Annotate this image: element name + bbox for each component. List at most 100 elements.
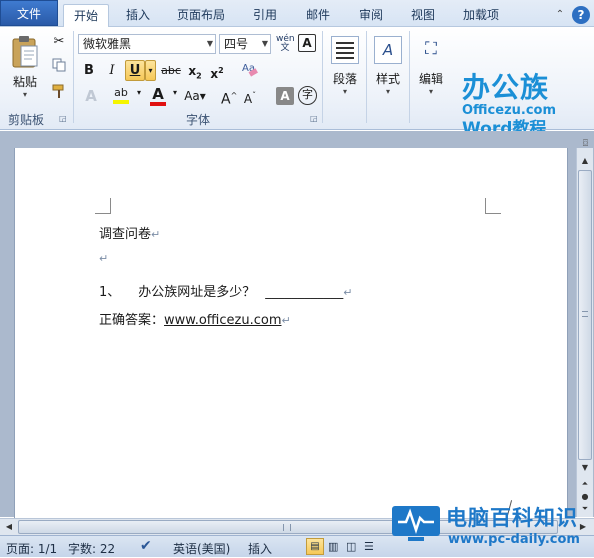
ribbon: 粘贴 ▾ ✂ 剪贴板 ◲ 微软雅黑 ▼ 四号 ▼ wén 文 A B I U ▾ … — [0, 27, 594, 139]
paragraph-mark-icon: ↵ — [151, 228, 161, 241]
enclose-characters-icon[interactable]: 字 — [298, 86, 317, 105]
chevron-down-icon[interactable]: ▾ — [134, 87, 144, 105]
officezu-watermark: 办公族 Officezu.com Word教程 — [462, 73, 588, 140]
styles-icon: A — [374, 36, 402, 64]
scroll-up-icon[interactable]: ▲ — [578, 154, 592, 168]
status-page[interactable]: 页面: 1/1 — [6, 540, 57, 557]
full-screen-reading-view-icon[interactable]: ▥ — [328, 540, 338, 553]
chevron-down-icon[interactable]: ▼ — [207, 35, 213, 53]
doc-line-empty[interactable]: ↵ — [99, 251, 108, 266]
clear-formatting-icon[interactable]: Aa — [240, 59, 260, 79]
question-number: 1、 — [99, 285, 121, 300]
ruler-toggle-icon[interactable]: ⌼ — [579, 139, 592, 152]
chevron-down-icon: ▾ — [22, 90, 27, 99]
character-shading-icon[interactable]: A — [276, 87, 294, 105]
copy-icon[interactable] — [50, 57, 68, 75]
tab-review[interactable]: 审阅 — [347, 4, 395, 27]
paste-button[interactable]: 粘贴 ▾ — [5, 31, 45, 103]
text-effects-icon[interactable]: A — [80, 85, 102, 107]
chevron-down-icon[interactable]: ▾ — [145, 60, 156, 81]
vertical-scroll-thumb[interactable] — [578, 170, 592, 460]
pc-daily-title: 电脑百科知识 — [446, 506, 578, 530]
tab-file[interactable]: 文件 — [0, 0, 58, 26]
crop-mark — [485, 198, 501, 214]
editing-button[interactable]: ⛶ 编辑 ▾ — [412, 31, 450, 107]
highlight-color-icon[interactable]: ab — [110, 85, 132, 107]
tab-mailings[interactable]: 邮件 — [294, 4, 342, 27]
vertical-scrollbar[interactable]: ⌼ ▲ ▼ ⏶ ● ⏷ — [576, 139, 593, 517]
status-word-count[interactable]: 字数: 22 — [68, 540, 115, 557]
font-color-icon[interactable]: A — [147, 85, 169, 107]
paragraph-mark-icon: ↵ — [281, 314, 291, 327]
tab-add-ins[interactable]: 加载项 — [452, 4, 510, 27]
doc-line-title[interactable]: 调查问卷↵ — [99, 223, 160, 242]
paragraph-mark-icon: ↵ — [99, 252, 109, 265]
styles-button[interactable]: A 样式 ▾ — [369, 31, 407, 107]
chevron-down-icon: ▾ — [428, 87, 433, 96]
doc-line-answer[interactable]: 正确答案：www.officezu.com↵ — [99, 309, 291, 328]
grip-icon — [582, 311, 588, 317]
help-icon[interactable]: ? — [572, 6, 590, 24]
font-size-value: 四号 — [224, 37, 249, 51]
status-insert-mode[interactable]: 插入 — [248, 540, 272, 557]
minimize-ribbon-icon[interactable]: ⌃ — [552, 4, 568, 27]
chevron-down-icon[interactable]: ▼ — [262, 35, 268, 53]
paragraph-button[interactable]: 段落 ▾ — [326, 31, 364, 107]
change-case-icon[interactable]: Aa▾ — [183, 85, 207, 107]
doc-line-question[interactable]: 1、 办公族网址是多少？ ____________↵ — [99, 281, 353, 300]
paragraph-mark-icon: ↵ — [343, 286, 353, 299]
grow-font-icon[interactable]: A^ — [220, 85, 238, 108]
font-name-combo[interactable]: 微软雅黑 ▼ — [78, 34, 216, 54]
editing-label: 编辑 — [418, 72, 443, 86]
font-size-combo[interactable]: 四号 ▼ — [219, 34, 271, 54]
binoculars-icon: ⛶ — [425, 39, 437, 59]
ribbon-tab-bar: 文件 开始 插入 页面布局 引用 邮件 审阅 视图 加载项 ⌃ ? — [0, 0, 594, 28]
print-layout-view-icon[interactable]: ▤ — [306, 538, 324, 555]
font-name-value: 微软雅黑 — [83, 37, 132, 51]
monitor-logo-icon — [392, 506, 440, 541]
italic-button[interactable]: I — [103, 61, 121, 81]
cut-icon[interactable]: ✂ — [50, 33, 68, 51]
chevron-down-icon: ▾ — [385, 87, 390, 96]
subscript-button[interactable]: x2 — [186, 61, 204, 81]
previous-page-icon[interactable]: ⏶ — [578, 479, 592, 491]
font-dialog-launcher-icon[interactable]: ◲ — [310, 114, 318, 123]
status-bar: 页面: 1/1 字数: 22 ✔ 英语(美国) 插入 ▤ ▥ ◫ ☰ 电脑百科知… — [0, 506, 594, 557]
outline-view-icon[interactable]: ☰ — [364, 540, 374, 553]
strikethrough-button[interactable]: abc — [160, 61, 182, 81]
bold-button[interactable]: B — [80, 61, 98, 81]
tab-insert[interactable]: 插入 — [115, 4, 161, 27]
answer-link[interactable]: www.officezu.com — [164, 313, 281, 328]
crop-mark — [95, 198, 111, 214]
clipboard-group-label: 剪贴板 — [7, 113, 44, 127]
clipboard-dialog-launcher-icon[interactable]: ◲ — [59, 114, 67, 123]
group-separator — [73, 31, 74, 123]
underline-button[interactable]: U — [125, 60, 145, 81]
tab-home[interactable]: 开始 — [63, 4, 109, 28]
status-language[interactable]: 英语(美国) — [173, 540, 230, 557]
group-separator — [409, 31, 410, 123]
proofing-icon[interactable]: ✔ — [140, 538, 152, 554]
web-layout-view-icon[interactable]: ◫ — [346, 540, 356, 553]
clipboard-icon — [12, 36, 38, 68]
chevron-down-icon[interactable]: ▾ — [170, 87, 180, 105]
question-text: 办公族网址是多少？ — [138, 285, 256, 300]
superscript-button[interactable]: x2 — [208, 61, 226, 81]
pc-daily-site: www.pc-daily.com — [448, 532, 580, 547]
font-group-label: 字体 — [185, 113, 210, 127]
scroll-down-icon[interactable]: ▼ — [578, 461, 592, 475]
format-painter-icon[interactable] — [50, 82, 68, 100]
grip-icon — [283, 524, 291, 531]
character-border-icon[interactable]: A — [298, 34, 316, 52]
tab-view[interactable]: 视图 — [400, 4, 446, 27]
align-icon — [331, 36, 359, 64]
tab-references[interactable]: 引用 — [241, 4, 289, 27]
tab-page-layout[interactable]: 页面布局 — [168, 4, 234, 27]
scroll-left-icon[interactable]: ◀ — [2, 520, 16, 534]
phonetic-guide-icon[interactable]: wén 文 — [275, 34, 295, 54]
shrink-font-icon[interactable]: Aˇ — [241, 85, 259, 107]
group-separator — [322, 31, 323, 123]
document-page[interactable]: 调查问卷↵ ↵ 1、 办公族网址是多少？ ____________↵ 正确答案：ww… — [14, 148, 568, 520]
doc-title-text: 调查问卷 — [99, 227, 152, 242]
officezu-site: Officezu.com — [462, 103, 557, 118]
